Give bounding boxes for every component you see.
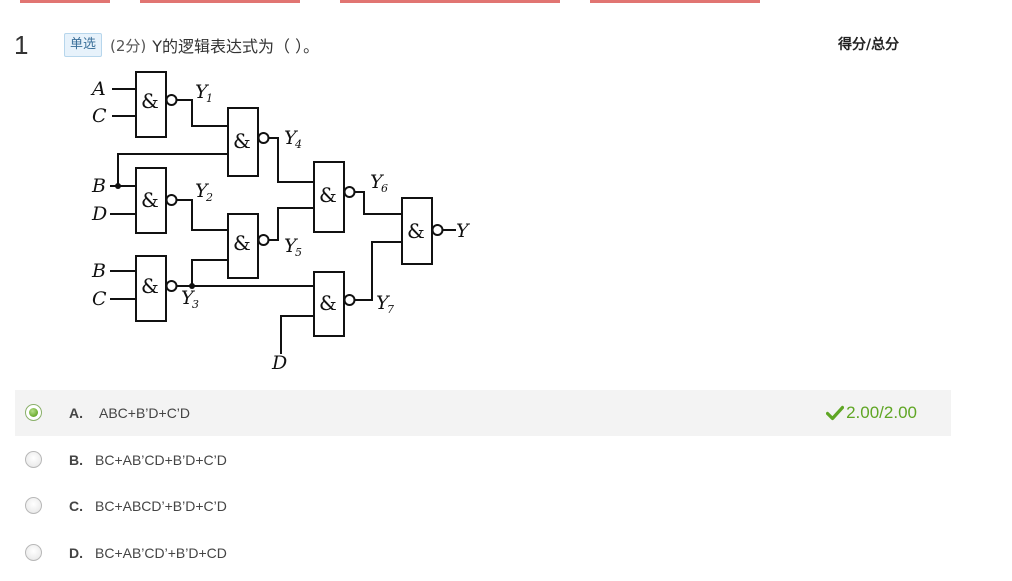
svg-text:6: 6 <box>381 182 388 195</box>
radio-unchecked-icon[interactable] <box>25 451 42 468</box>
gate-symbol: & <box>319 291 337 315</box>
gate-symbol: & <box>141 274 159 298</box>
option-letter: B. <box>69 452 83 468</box>
input-label-d: D <box>91 203 107 225</box>
question-points: (2分) <box>110 36 147 55</box>
option-c[interactable]: C. BC+ABCD’+B’D+C’D <box>15 483 951 529</box>
option-a[interactable]: A. ABC+B’D+C’D 2.00/2.00 <box>15 390 951 436</box>
option-text: BC+AB’CD+B’D+C’D <box>95 452 227 468</box>
score-text: 2.00/2.00 <box>846 403 917 422</box>
top-cropped-banner <box>0 0 1012 4</box>
option-d[interactable]: D. BC+AB’CD’+B’D+CD <box>15 530 951 576</box>
svg-text:2: 2 <box>205 191 213 204</box>
gate-symbol: & <box>319 183 337 207</box>
question-number: 1 <box>14 30 29 60</box>
gate-symbol: & <box>141 89 159 113</box>
svg-text:7: 7 <box>387 303 394 316</box>
svg-text:5: 5 <box>295 246 302 259</box>
output-label-y: Y <box>456 220 471 242</box>
option-text: BC+ABCD’+B’D+C’D <box>95 498 227 514</box>
input-label-b: B <box>91 175 106 197</box>
svg-text:4: 4 <box>294 138 302 151</box>
input-label-c: C <box>92 288 107 310</box>
input-label-a: A <box>90 78 106 100</box>
option-b[interactable]: B. BC+AB’CD+B’D+C’D <box>15 437 951 483</box>
question-text: Y的逻辑表达式为（ ）。 <box>152 37 320 56</box>
score-total-header: 得分/总分 <box>838 37 900 53</box>
gate-symbol: & <box>233 231 251 255</box>
check-icon <box>826 405 845 421</box>
gate-symbol: & <box>141 188 159 212</box>
radio-checked-icon[interactable] <box>25 404 42 421</box>
gate-symbol: & <box>233 129 251 153</box>
radio-unchecked-icon[interactable] <box>25 544 42 561</box>
option-score: 2.00/2.00 <box>826 403 917 423</box>
option-text: ABC+B’D+C’D <box>99 405 191 421</box>
input-label-d: D <box>271 352 287 374</box>
radio-unchecked-icon[interactable] <box>25 497 42 514</box>
question-type-badge: 单选 <box>64 33 103 57</box>
option-letter: D. <box>69 545 83 561</box>
input-label-c: C <box>92 105 107 127</box>
option-text: BC+AB’CD’+B’D+CD <box>95 545 227 561</box>
option-letter: C. <box>69 498 83 514</box>
svg-text:1: 1 <box>206 92 213 105</box>
question-header: 单选 (2分) Y的逻辑表达式为（ ）。 <box>64 33 319 57</box>
svg-text:3: 3 <box>192 298 199 311</box>
option-letter: A. <box>69 405 83 421</box>
input-label-b: B <box>91 260 106 282</box>
gate-symbol: & <box>407 219 425 243</box>
logic-circuit-diagram: & & & & & & & & A C B D B C D Y 1 Y 4 Y … <box>90 71 471 374</box>
